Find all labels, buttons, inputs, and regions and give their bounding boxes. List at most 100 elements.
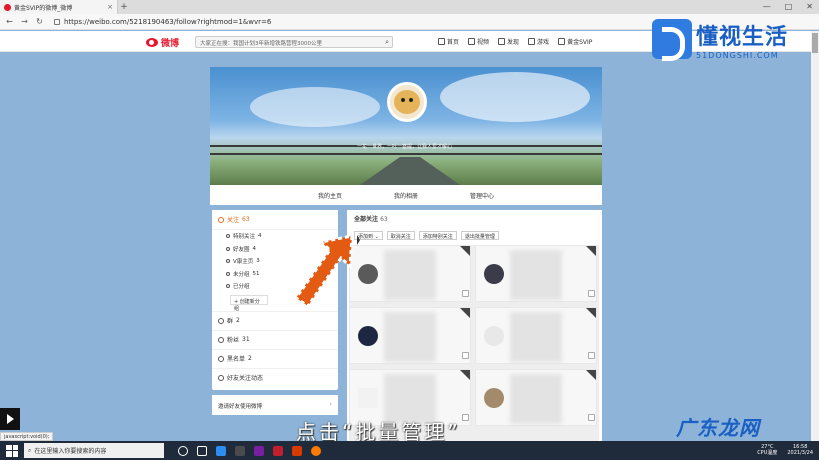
- maximize-icon[interactable]: □: [785, 2, 793, 11]
- settings-icon[interactable]: [588, 414, 595, 421]
- settings-icon[interactable]: [462, 290, 469, 297]
- windows-start-icon[interactable]: [6, 444, 18, 457]
- edge-icon[interactable]: [216, 445, 226, 456]
- play-icon[interactable]: [0, 408, 20, 430]
- page-scrollbar[interactable]: [811, 31, 819, 441]
- group-label: 未分组: [233, 271, 250, 278]
- sidebar-item-groups[interactable]: 群2: [212, 310, 338, 330]
- follow-card[interactable]: [349, 245, 471, 302]
- sidebar-item-following[interactable]: 关注 63: [212, 210, 338, 230]
- taskbar-apps: [178, 445, 321, 456]
- follow-card[interactable]: [475, 369, 597, 426]
- dot-icon: [226, 284, 230, 289]
- watermark-domain: 51DONGSHI.COM: [696, 50, 779, 60]
- dot-icon: [226, 271, 230, 276]
- wps-icon[interactable]: [273, 445, 283, 456]
- weather-widget[interactable]: 27°C CPU温度: [757, 444, 777, 456]
- follow-card[interactable]: [475, 307, 597, 364]
- follow-list-panel: 全部关注 63 添加到 ⌄ 取消关注 添加特别关注 退出批量管理: [347, 210, 602, 445]
- settings-icon[interactable]: [462, 414, 469, 421]
- follow-grid: [349, 245, 599, 445]
- task-view-icon[interactable]: [197, 445, 207, 456]
- select-corner-icon[interactable]: [586, 246, 596, 256]
- group-count: 3: [256, 258, 260, 265]
- scrollbar-thumb[interactable]: [812, 33, 818, 53]
- nav-home[interactable]: 首页: [438, 37, 459, 46]
- invite-friends-link[interactable]: 邀请好友使用微博 ›: [212, 395, 338, 415]
- dongshi-logo-icon: [652, 19, 692, 61]
- group-label: 已分组: [233, 284, 250, 291]
- select-corner-icon[interactable]: [586, 308, 596, 318]
- taskbar: ⌕ 在这里输入你要搜索的内容 27°C CPU温度 16:58 2021/3/2…: [0, 441, 819, 460]
- back-icon[interactable]: ←: [5, 17, 14, 26]
- follow-list-count: 63: [380, 216, 388, 223]
- sidebar-item-fans[interactable]: 粉丝 31: [212, 329, 338, 349]
- nav-discover[interactable]: 发现: [498, 37, 519, 46]
- nav-home-label: 首页: [447, 39, 460, 46]
- blurred-info: [510, 250, 562, 300]
- settings-icon[interactable]: [588, 290, 595, 297]
- browser-tab[interactable]: 黄金SVIP的微博_微博 ×: [0, 0, 118, 14]
- avatar[interactable]: [387, 82, 427, 122]
- powerpoint-icon[interactable]: [292, 445, 302, 456]
- discover-icon: [498, 38, 506, 45]
- url-text: https://weibo.com/5218190463/follow?righ…: [64, 17, 272, 26]
- create-group-button[interactable]: + 创建新分组: [230, 294, 268, 312]
- group-count: 4: [252, 245, 257, 252]
- taskbar-search-placeholder: 在这里输入你要搜索的内容: [34, 448, 107, 455]
- following-label: 关注: [227, 217, 240, 224]
- sidebar-item-label: 黑名单: [227, 356, 246, 363]
- sidebar-item-blacklist[interactable]: 黑名单 2: [212, 348, 338, 368]
- reload-icon[interactable]: ↻: [35, 17, 44, 26]
- video-icon: [468, 38, 476, 45]
- file-icon[interactable]: [235, 445, 245, 456]
- blacklist-icon: [218, 355, 224, 362]
- browser-titlebar: 黄金SVIP的微博_微博 × + — □ ✕: [0, 0, 819, 14]
- follow-card[interactable]: [475, 245, 597, 302]
- activity-icon: [218, 374, 224, 381]
- search-icon[interactable]: ⌕: [385, 38, 389, 47]
- sidebar-item-friend-activity[interactable]: 好友关注动态: [212, 367, 338, 387]
- tab-close-icon[interactable]: ×: [107, 3, 113, 11]
- add-special-follow-button[interactable]: 添加特别关注: [418, 231, 457, 240]
- avatar: [484, 326, 504, 346]
- select-corner-icon[interactable]: [460, 370, 470, 380]
- blurred-info: [510, 312, 562, 362]
- select-corner-icon[interactable]: [460, 308, 470, 318]
- select-corner-icon[interactable]: [460, 246, 470, 256]
- follow-card[interactable]: [349, 307, 471, 364]
- tab-my-home[interactable]: 我的主页: [318, 191, 342, 200]
- sidebar-item-label: 粉丝: [227, 337, 240, 344]
- forward-icon[interactable]: →: [20, 17, 29, 26]
- heart-icon: [226, 259, 230, 264]
- url-field[interactable]: https://weibo.com/5218190463/follow?righ…: [54, 18, 271, 26]
- exit-batch-manage-button[interactable]: 退出批量管理: [460, 231, 499, 240]
- firefox-icon[interactable]: [311, 445, 321, 456]
- nav-video-label: 视频: [477, 39, 490, 46]
- unfollow-button[interactable]: 取消关注: [386, 231, 415, 240]
- clock[interactable]: 16:58 2021/3/24: [787, 444, 813, 456]
- weibo-logo[interactable]: 微博: [146, 36, 179, 49]
- select-corner-icon[interactable]: [586, 370, 596, 380]
- app-icon[interactable]: [254, 445, 264, 456]
- settings-icon[interactable]: [462, 352, 469, 359]
- taskbar-search-input[interactable]: ⌕ 在这里输入你要搜索的内容: [24, 443, 164, 458]
- search-input[interactable]: 大家正在搜：我国计划3年新增铁路营程3000公里 ⌕: [195, 36, 393, 48]
- profile-tabs: 我的主页 我的相册 管理中心: [210, 185, 602, 205]
- cover-cloud: [440, 72, 590, 122]
- nav-game[interactable]: 游戏: [528, 37, 549, 46]
- group-count: 51: [252, 270, 260, 277]
- nav-video[interactable]: 视频: [468, 37, 489, 46]
- home-icon: [438, 38, 445, 45]
- close-window-icon[interactable]: ✕: [806, 2, 813, 11]
- group-label: 特别关注: [233, 234, 256, 241]
- tab-my-album[interactable]: 我的相册: [394, 191, 418, 200]
- tab-admin-center[interactable]: 管理中心: [470, 191, 494, 200]
- weibo-eye-icon: [146, 38, 158, 47]
- cortana-icon[interactable]: [178, 445, 188, 456]
- nav-user[interactable]: 黄金SVIP: [558, 37, 592, 46]
- game-icon: [528, 38, 536, 45]
- new-tab-button[interactable]: +: [118, 2, 130, 12]
- minimize-icon[interactable]: —: [763, 2, 771, 11]
- settings-icon[interactable]: [588, 352, 595, 359]
